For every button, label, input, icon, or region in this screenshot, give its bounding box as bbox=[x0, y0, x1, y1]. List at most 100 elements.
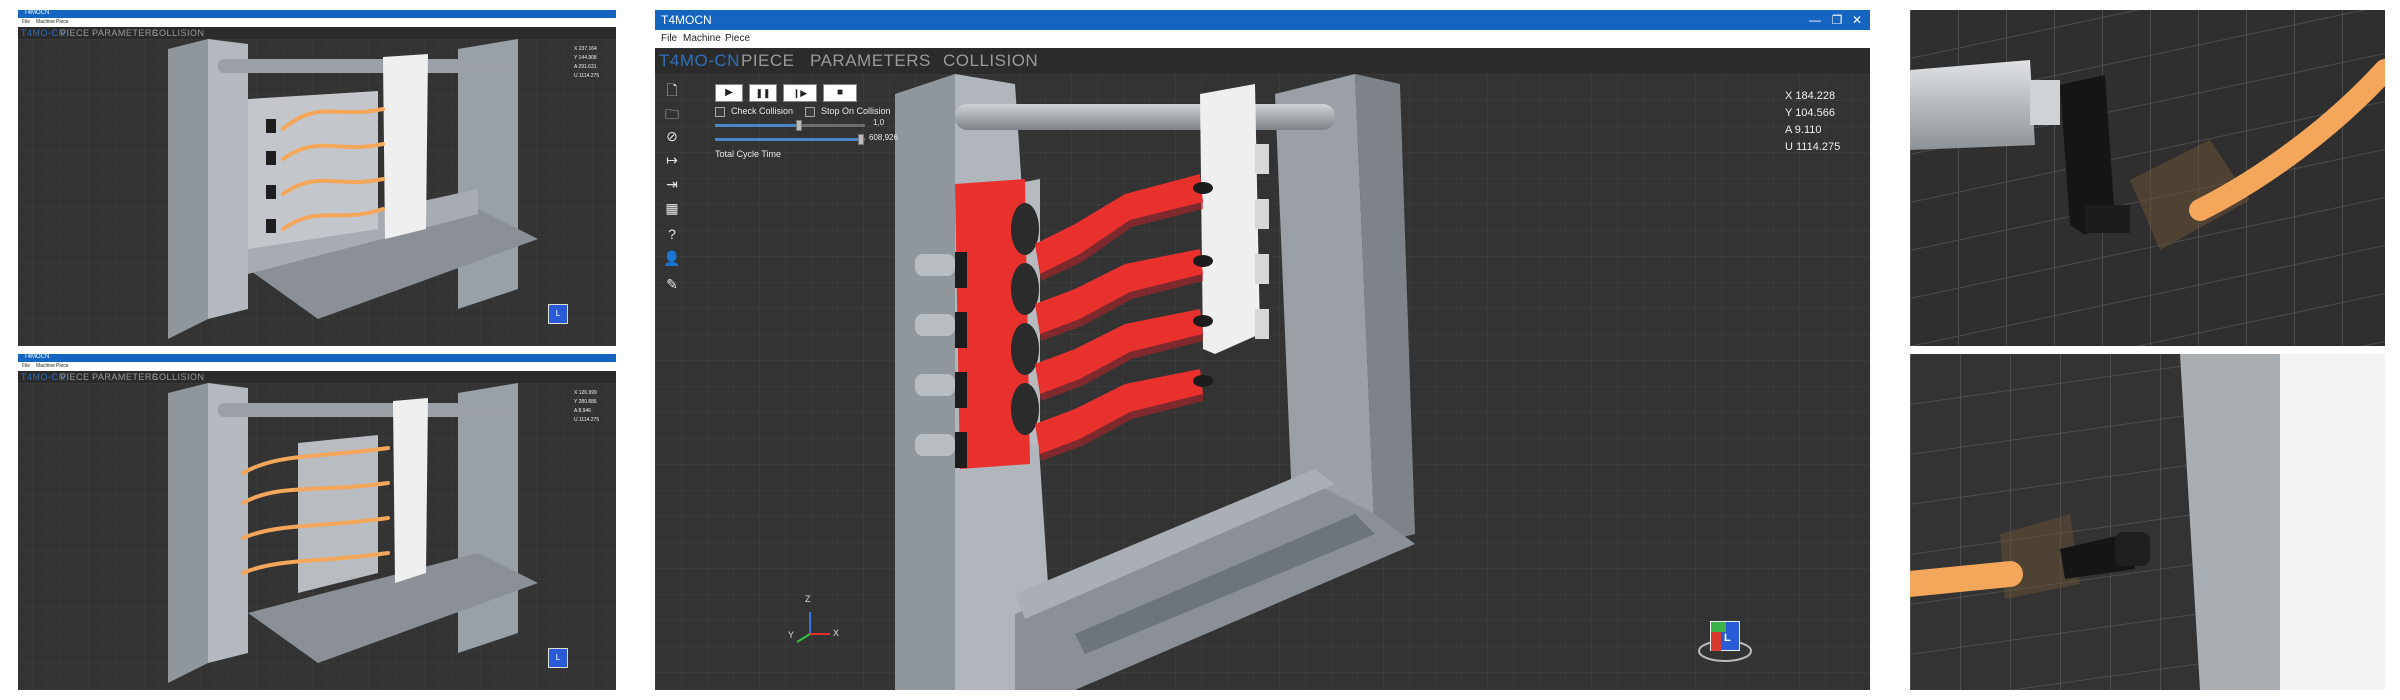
position-readout: X 237.164 Y 144.908 A 291.631 U 1114.275 bbox=[574, 45, 599, 81]
readout-a: A 9.110 bbox=[1785, 124, 1822, 136]
nav-cube-side-face bbox=[1711, 632, 1721, 651]
zoom-panel-bottom bbox=[1910, 354, 2385, 690]
title-bar: T4MOCN bbox=[18, 10, 616, 18]
window-title: T4MOCN bbox=[661, 13, 712, 27]
readout-u: U 1114.275 bbox=[574, 73, 600, 79]
position-readout: X 126.999 Y 280.886 A 8.946 U 1114.275 bbox=[574, 389, 599, 425]
close-button[interactable]: ✕ bbox=[1847, 10, 1867, 30]
readout-y: Y 104.566 bbox=[1785, 107, 1835, 119]
axis-y-label: Y bbox=[788, 630, 795, 640]
tab-strip: T4MO-CN PIECE PARAMETERS COLLISION bbox=[18, 27, 616, 39]
menu-machine[interactable]: Machine bbox=[36, 18, 55, 27]
tab-collision[interactable]: COLLISION bbox=[943, 48, 1038, 74]
nav-cube[interactable]: L bbox=[548, 304, 568, 324]
tab-piece[interactable]: PIECE bbox=[741, 48, 795, 74]
main-window: T4MOCN — ❐ ✕ File Machine Piece T4MO-CN … bbox=[655, 10, 1870, 690]
tab-collision[interactable]: COLLISION bbox=[152, 27, 205, 39]
tab-piece[interactable]: PIECE bbox=[60, 27, 90, 39]
minimize-button[interactable]: — bbox=[1805, 10, 1825, 30]
tab-strip: T4MO-CN PIECE PARAMETERS COLLISION bbox=[655, 48, 1870, 74]
stop-on-collision-checkbox[interactable] bbox=[805, 107, 815, 117]
time-value: 608,926 bbox=[869, 133, 898, 142]
check-collision-label: Check Collision bbox=[731, 106, 794, 116]
readout-a: A 291.631 bbox=[574, 64, 597, 70]
machine-scene bbox=[655, 74, 1870, 690]
tab-strip: T4MO-CN PIECE PARAMETERS COLLISION bbox=[18, 371, 616, 383]
new-file-icon[interactable]: 🗋 bbox=[661, 80, 683, 104]
axis-z-label: Z bbox=[805, 594, 811, 604]
hide-icon[interactable]: ⊘ bbox=[661, 128, 683, 145]
menu-piece[interactable]: Piece bbox=[56, 362, 69, 371]
pen-icon[interactable]: ✎ bbox=[661, 276, 683, 293]
window-title: T4MOCN bbox=[24, 10, 50, 16]
zoom-detail-bottom bbox=[1910, 354, 2385, 690]
time-slider-fill bbox=[715, 138, 861, 141]
speed-slider-fill bbox=[715, 124, 799, 127]
menu-bar: File Machine Piece bbox=[18, 362, 616, 371]
menu-file[interactable]: File bbox=[661, 30, 677, 48]
step-button[interactable]: ❙▶ bbox=[783, 84, 817, 102]
title-bar: T4MOCN bbox=[18, 354, 616, 362]
thumb-window-bottom-left: T4MOCN File Machine Piece T4MO-CN PIECE … bbox=[18, 354, 616, 690]
time-slider[interactable] bbox=[715, 138, 865, 141]
maximize-button[interactable]: ❐ bbox=[1827, 10, 1847, 30]
tab-t4mo-cn[interactable]: T4MO-CN bbox=[21, 371, 66, 383]
time-slider-thumb[interactable] bbox=[857, 134, 864, 145]
stop-button[interactable]: ■ bbox=[823, 84, 857, 102]
mesh-icon[interactable]: ▦ bbox=[661, 200, 683, 217]
nav-cube[interactable]: L bbox=[1710, 621, 1740, 651]
menu-bar: File Machine Piece bbox=[655, 30, 1870, 48]
speed-value: 1,0 bbox=[873, 118, 885, 127]
menu-machine[interactable]: Machine bbox=[36, 362, 55, 371]
zoom-panel-top bbox=[1910, 10, 2385, 346]
import-icon[interactable]: ↦ bbox=[661, 152, 683, 169]
speed-slider-thumb[interactable] bbox=[796, 120, 802, 131]
title-bar: T4MOCN — ❐ ✕ bbox=[655, 10, 1870, 30]
nav-cube-label: L bbox=[1724, 632, 1731, 644]
menu-machine[interactable]: Machine bbox=[683, 30, 721, 48]
check-collision-checkbox[interactable] bbox=[715, 107, 725, 117]
nav-cube[interactable]: L bbox=[548, 648, 568, 668]
readout-y: Y 144.908 bbox=[574, 55, 597, 61]
user-icon[interactable]: 👤 bbox=[661, 250, 683, 267]
3d-viewport[interactable]: Z X Y L 🗋 🗀 ⊘ ↦ ⇥ ▦ ? 👤 ✎ ▶ ❚❚ ❙▶ ■ Chec… bbox=[655, 74, 1870, 690]
tab-parameters[interactable]: PARAMETERS bbox=[810, 48, 931, 74]
speed-slider[interactable] bbox=[715, 124, 865, 127]
readout-a: A 8.946 bbox=[574, 408, 591, 414]
3d-viewport[interactable]: X 126.999 Y 280.886 A 8.946 U 1114.275 L bbox=[18, 383, 616, 690]
total-cycle-time-label: Total Cycle Time bbox=[715, 149, 782, 159]
pause-button[interactable]: ❚❚ bbox=[749, 84, 777, 102]
nav-cube-top-face bbox=[1711, 622, 1726, 632]
readout-x: X 237.164 bbox=[574, 46, 597, 52]
tab-parameters[interactable]: PARAMETERS bbox=[92, 27, 158, 39]
readout-x: X 184.228 bbox=[1785, 90, 1836, 102]
menu-bar: File Machine Piece bbox=[18, 18, 616, 27]
play-button[interactable]: ▶ bbox=[715, 84, 743, 102]
help-icon[interactable]: ? bbox=[661, 226, 683, 242]
3d-viewport[interactable]: X 237.164 Y 144.908 A 291.631 U 1114.275… bbox=[18, 39, 616, 346]
tab-piece[interactable]: PIECE bbox=[60, 371, 90, 383]
machine-scene-small bbox=[18, 39, 616, 346]
readout-u: U 1114.275 bbox=[1785, 141, 1841, 153]
tab-parameters[interactable]: PARAMETERS bbox=[92, 371, 158, 383]
menu-file[interactable]: File bbox=[22, 18, 30, 27]
tab-t4mo-cn[interactable]: T4MO-CN bbox=[659, 48, 740, 74]
readout-y: Y 280.886 bbox=[574, 399, 597, 405]
zoom-detail-top bbox=[1910, 10, 2385, 346]
readout-u: U 1114.275 bbox=[574, 417, 600, 423]
menu-piece[interactable]: Piece bbox=[56, 18, 69, 27]
window-title: T4MOCN bbox=[24, 354, 50, 360]
axis-x-label: X bbox=[833, 628, 840, 638]
open-folder-icon[interactable]: 🗀 bbox=[661, 104, 683, 128]
menu-piece[interactable]: Piece bbox=[725, 30, 750, 48]
stop-on-collision-label: Stop On Collision bbox=[821, 106, 891, 116]
export-icon[interactable]: ⇥ bbox=[661, 176, 683, 193]
position-readout: X 184.228 Y 104.566 A 9.110 U 1114.275 bbox=[1785, 88, 1840, 156]
tool-sidebar: 🗋 🗀 ⊘ ↦ ⇥ ▦ ? 👤 ✎ bbox=[661, 80, 683, 300]
menu-file[interactable]: File bbox=[22, 362, 30, 371]
tab-collision[interactable]: COLLISION bbox=[152, 371, 205, 383]
thumb-window-top-left: T4MOCN File Machine Piece T4MO-CN PIECE … bbox=[18, 10, 616, 346]
tab-t4mo-cn[interactable]: T4MO-CN bbox=[21, 27, 66, 39]
machine-scene-small bbox=[18, 383, 616, 690]
readout-x: X 126.999 bbox=[574, 390, 597, 396]
